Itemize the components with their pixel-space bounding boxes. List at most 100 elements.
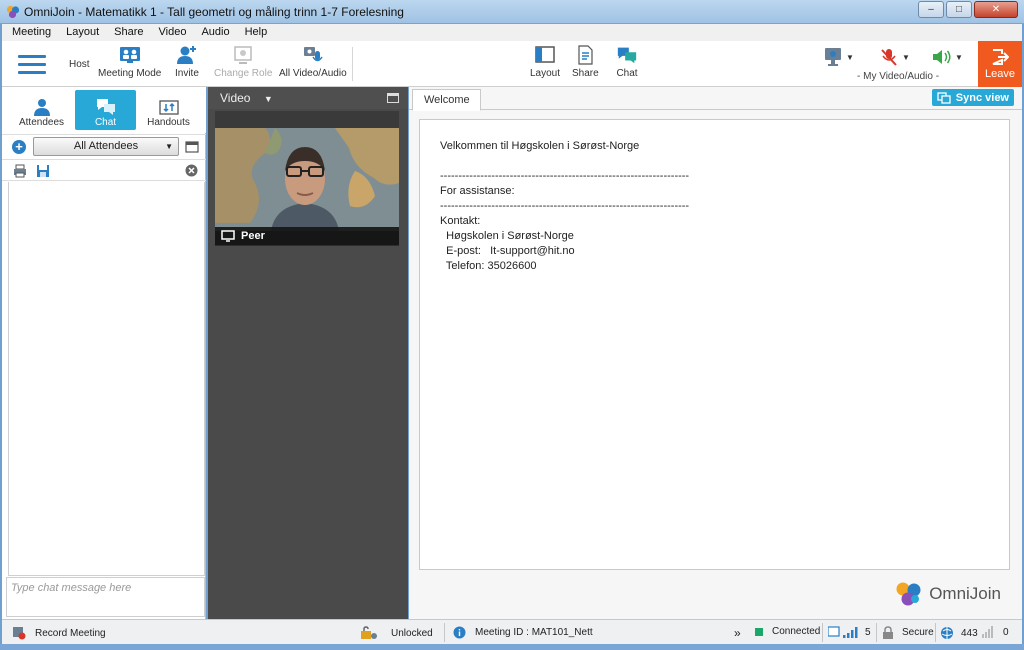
- recipient-select[interactable]: All Attendees ▼: [33, 137, 179, 156]
- meeting-mode-label: Meeting Mode: [98, 68, 162, 79]
- chat-recipient-row: + All Attendees ▼: [2, 134, 206, 158]
- chevron-down-icon: ▼: [846, 52, 854, 62]
- window-bottom-border: [0, 644, 1024, 650]
- video-tile[interactable]: [215, 111, 399, 246]
- leave-button[interactable]: Leave: [978, 41, 1022, 87]
- share-label: Share: [572, 68, 599, 79]
- chat-message-input[interactable]: Type chat message here: [6, 577, 205, 617]
- content-tabs: Welcome Sync view: [409, 87, 1022, 111]
- window-title: OmniJoin - Matematikk 1 - Tall geometri …: [24, 5, 404, 19]
- print-icon[interactable]: [13, 164, 27, 178]
- tab-welcome[interactable]: Welcome: [412, 89, 481, 111]
- count-value: 0: [1003, 626, 1009, 638]
- chevron-double-right-icon: »: [734, 626, 741, 640]
- port-value: 443: [961, 627, 978, 639]
- change-role-button[interactable]: Change Role: [214, 45, 272, 79]
- minimize-button[interactable]: –: [918, 1, 944, 18]
- tab-attendees-label: Attendees: [18, 117, 65, 128]
- security-status: Secure: [882, 626, 934, 639]
- expand-status-button[interactable]: »: [734, 626, 741, 640]
- menu-layout[interactable]: Layout: [56, 24, 104, 41]
- contact-org: Høgskolen i Sørøst-Norge: [440, 230, 574, 242]
- webcam-menu-button[interactable]: ▼: [822, 47, 854, 67]
- microphone-muted-icon: [878, 47, 900, 67]
- share-button[interactable]: Share: [572, 45, 599, 79]
- chat-messages-area[interactable]: [8, 182, 205, 576]
- menu-video[interactable]: Video: [149, 24, 192, 41]
- info-icon: [453, 626, 466, 639]
- microphone-menu-button[interactable]: ▼: [878, 47, 910, 67]
- menu-share[interactable]: Share: [104, 24, 148, 41]
- port-status: 443: [940, 626, 978, 640]
- record-meeting-button[interactable]: Record Meeting: [12, 626, 106, 640]
- toolbar-divider: [352, 47, 353, 81]
- meeting-lock-status[interactable]: Unlocked: [360, 626, 433, 640]
- video-panel-header: Video ▼: [208, 87, 408, 109]
- menu-bar: Meeting Layout Share Video Audio Help: [2, 24, 1022, 41]
- record-icon: [13, 627, 26, 640]
- participant-name: Peer: [241, 230, 265, 242]
- window-titlebar: OmniJoin - Matematikk 1 - Tall geometri …: [0, 0, 1024, 24]
- person-icon: [33, 97, 51, 117]
- record-meeting-label: Record Meeting: [35, 627, 106, 639]
- omnijoin-logo-icon: [896, 582, 921, 606]
- monitor-icon: [221, 230, 235, 242]
- connected-indicator-icon: [755, 627, 763, 636]
- menu-help[interactable]: Help: [235, 24, 273, 41]
- video-panel-title: Video: [220, 91, 251, 105]
- assistance-heading: For assistanse:: [440, 185, 515, 197]
- connection-label: Connected: [772, 626, 821, 637]
- add-icon[interactable]: +: [12, 140, 26, 154]
- chevron-down-icon: ▼: [165, 142, 173, 151]
- invite-label: Invite: [175, 68, 199, 79]
- meeting-id-label: Meeting ID : MAT101_Nett: [475, 627, 593, 638]
- save-icon[interactable]: [36, 164, 50, 178]
- all-video-audio-button[interactable]: All Video/Audio: [279, 45, 347, 79]
- chat-label: Chat: [616, 68, 638, 79]
- participant-name-bar: Peer: [215, 227, 399, 245]
- status-bar: Record Meeting Unlocked Meeting ID : MAT…: [2, 619, 1022, 644]
- maximize-video-icon[interactable]: [387, 93, 399, 103]
- chat-input-placeholder: Type chat message here: [11, 582, 132, 594]
- shared-document: Velkommen til Høgskolen i Sørøst-Norge -…: [419, 119, 1010, 570]
- close-button[interactable]: ✕: [974, 1, 1018, 18]
- tab-attendees[interactable]: Attendees: [11, 90, 72, 130]
- layout-button[interactable]: Layout: [530, 45, 560, 79]
- tab-chat-label: Chat: [94, 117, 117, 128]
- meeting-mode-icon: [119, 45, 141, 65]
- network-quality[interactable]: 5: [828, 626, 871, 639]
- document-share-icon: [574, 45, 596, 65]
- clear-icon[interactable]: [185, 164, 198, 177]
- invite-button[interactable]: Invite: [175, 45, 199, 79]
- tab-chat[interactable]: Chat: [75, 90, 136, 130]
- chat-bubbles-icon: [96, 97, 116, 117]
- leave-label: Leave: [985, 68, 1015, 80]
- chat-button[interactable]: Chat: [616, 45, 638, 79]
- connection-status: Connected: [755, 626, 820, 637]
- maximize-button[interactable]: □: [946, 1, 972, 18]
- menu-meeting[interactable]: Meeting: [2, 24, 56, 41]
- tab-handouts[interactable]: Handouts: [138, 90, 199, 130]
- popout-window-icon[interactable]: [185, 141, 199, 153]
- hamburger-icon[interactable]: [18, 55, 46, 79]
- speaker-menu-button[interactable]: ▼: [931, 47, 963, 67]
- webcam-icon: [822, 47, 844, 67]
- my-video-audio-label: - My Video/Audio -: [857, 71, 940, 82]
- divider-line: ----------------------------------------…: [440, 170, 690, 182]
- sync-view-icon: [937, 91, 951, 104]
- chevron-down-icon: ▼: [955, 52, 963, 62]
- contact-email: E-post: It-support@hit.no: [440, 245, 575, 257]
- chat-bubbles-icon: [616, 45, 638, 65]
- bandwidth-bars-icon: [982, 626, 993, 638]
- lock-status-label: Unlocked: [391, 627, 433, 639]
- content-panel: Welcome Sync view Velkommen til Høgskole…: [409, 87, 1022, 619]
- tab-handouts-label: Handouts: [147, 117, 190, 128]
- sync-view-button[interactable]: Sync view: [931, 89, 1014, 106]
- meeting-mode-button[interactable]: Meeting Mode: [98, 45, 161, 79]
- chevron-down-icon[interactable]: ▼: [264, 94, 273, 104]
- sync-view-label: Sync view: [955, 91, 1009, 104]
- bandwidth-status: 0: [982, 626, 1009, 638]
- participant-video-feed: [215, 111, 399, 231]
- signal-value: 5: [865, 627, 871, 638]
- menu-audio[interactable]: Audio: [191, 24, 234, 41]
